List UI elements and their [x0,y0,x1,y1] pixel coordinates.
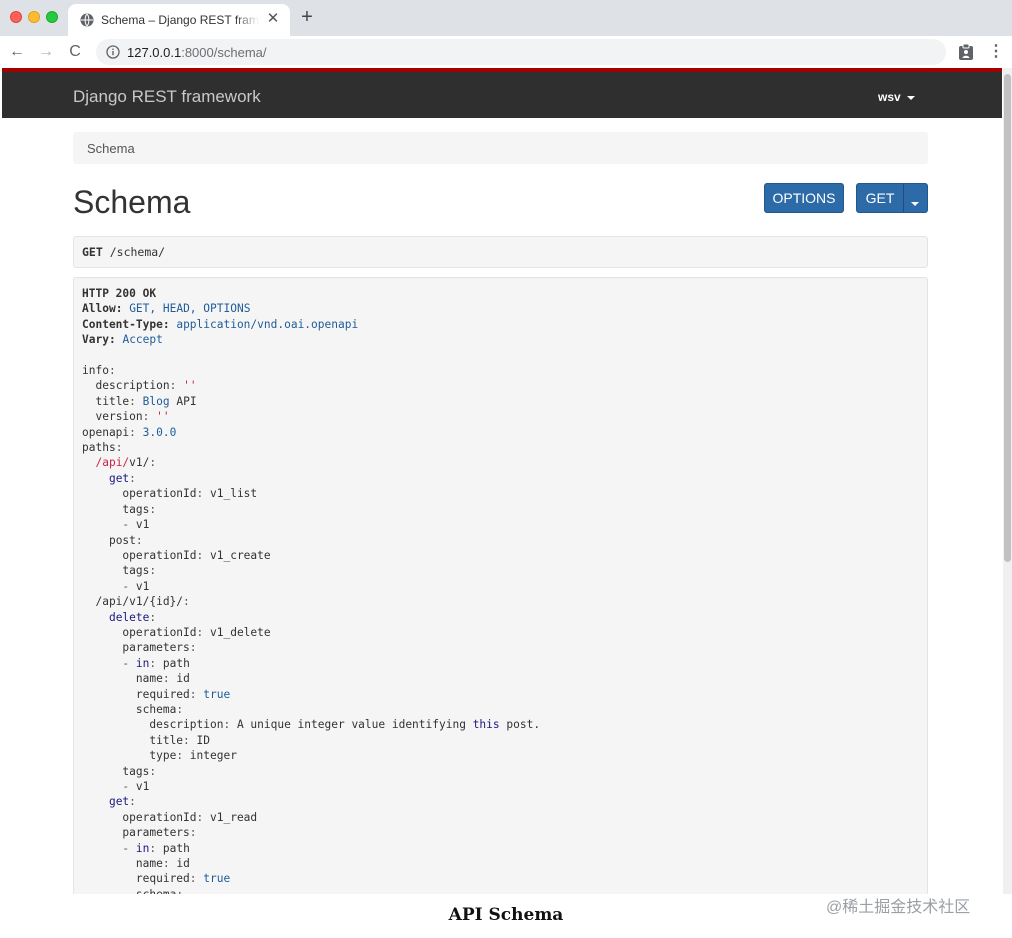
page-title: Schema [73,184,191,220]
user-name: wsv [878,90,901,104]
page-scrollbar[interactable] [1003,68,1012,894]
window-zoom-dot[interactable] [46,11,58,23]
forward-arrow-icon[interactable]: → [35,41,57,63]
caret-down-icon [911,202,919,206]
user-menu-dropdown[interactable]: wsv [878,90,915,104]
get-button[interactable]: GET [856,183,904,213]
watermark: @稀土掘金技术社区 [826,899,971,916]
brand-link[interactable]: Django REST framework [73,87,261,107]
reload-icon[interactable]: C [64,41,86,63]
browser-tab[interactable]: Schema – Django REST framework ✕ [68,4,290,36]
globe-icon [80,13,94,27]
browser-tab-strip: Schema – Django REST framework ✕ + [0,0,1012,36]
browser-toolbar: ← → C 127.0.0.1:8000/schema/ ⋮ [0,36,1012,68]
window-minimize-dot[interactable] [28,11,40,23]
page-viewport: Django REST framework wsv Schema Schema … [2,68,1002,894]
url-text: 127.0.0.1:8000/schema/ [127,45,267,60]
response-status: HTTP 200 OK [82,287,157,300]
tab-close-icon[interactable]: ✕ [264,10,282,28]
window-close-dot[interactable] [10,11,22,23]
url-host: 127.0.0.1 [127,45,182,60]
clipboard-extension-icon[interactable] [958,43,974,61]
browser-menu-icon[interactable]: ⋮ [986,41,1006,63]
header-value-vary: Accept [122,333,163,347]
header-name-content-type: Content-Type [82,317,163,331]
caret-down-icon [906,95,915,100]
request-method: GET [82,245,103,259]
header-name-allow: Allow [82,302,116,316]
response-body: HTTP 200 OK Allow: GET, HEAD, OPTIONS Co… [82,287,541,894]
options-button[interactable]: OPTIONS [764,183,844,213]
url-path: :8000/schema/ [181,45,267,60]
request-info: GET /schema/ [73,236,928,268]
header-value-allow: GET, HEAD, OPTIONS [129,302,251,316]
info-icon[interactable] [106,45,120,59]
response-info: HTTP 200 OK Allow: GET, HEAD, OPTIONS Co… [73,277,928,894]
scrollbar-thumb[interactable] [1004,74,1011,562]
address-bar[interactable]: 127.0.0.1:8000/schema/ [96,39,946,65]
back-arrow-icon[interactable]: ← [6,41,28,63]
header-name-vary: Vary [82,333,109,347]
tab-title: Schema – Django REST framework [101,13,259,27]
top-navbar: Django REST framework wsv [2,68,1002,118]
new-tab-button[interactable]: + [297,6,317,28]
get-format-dropdown[interactable] [903,183,928,213]
get-button-group: GET [856,183,928,213]
breadcrumb-item-schema[interactable]: Schema [87,141,135,156]
request-path: /schema/ [109,245,166,259]
header-value-content-type: application/vnd.oai.openapi [176,317,359,331]
request-line: GET /schema/ [82,245,165,259]
breadcrumb: Schema [73,132,928,164]
